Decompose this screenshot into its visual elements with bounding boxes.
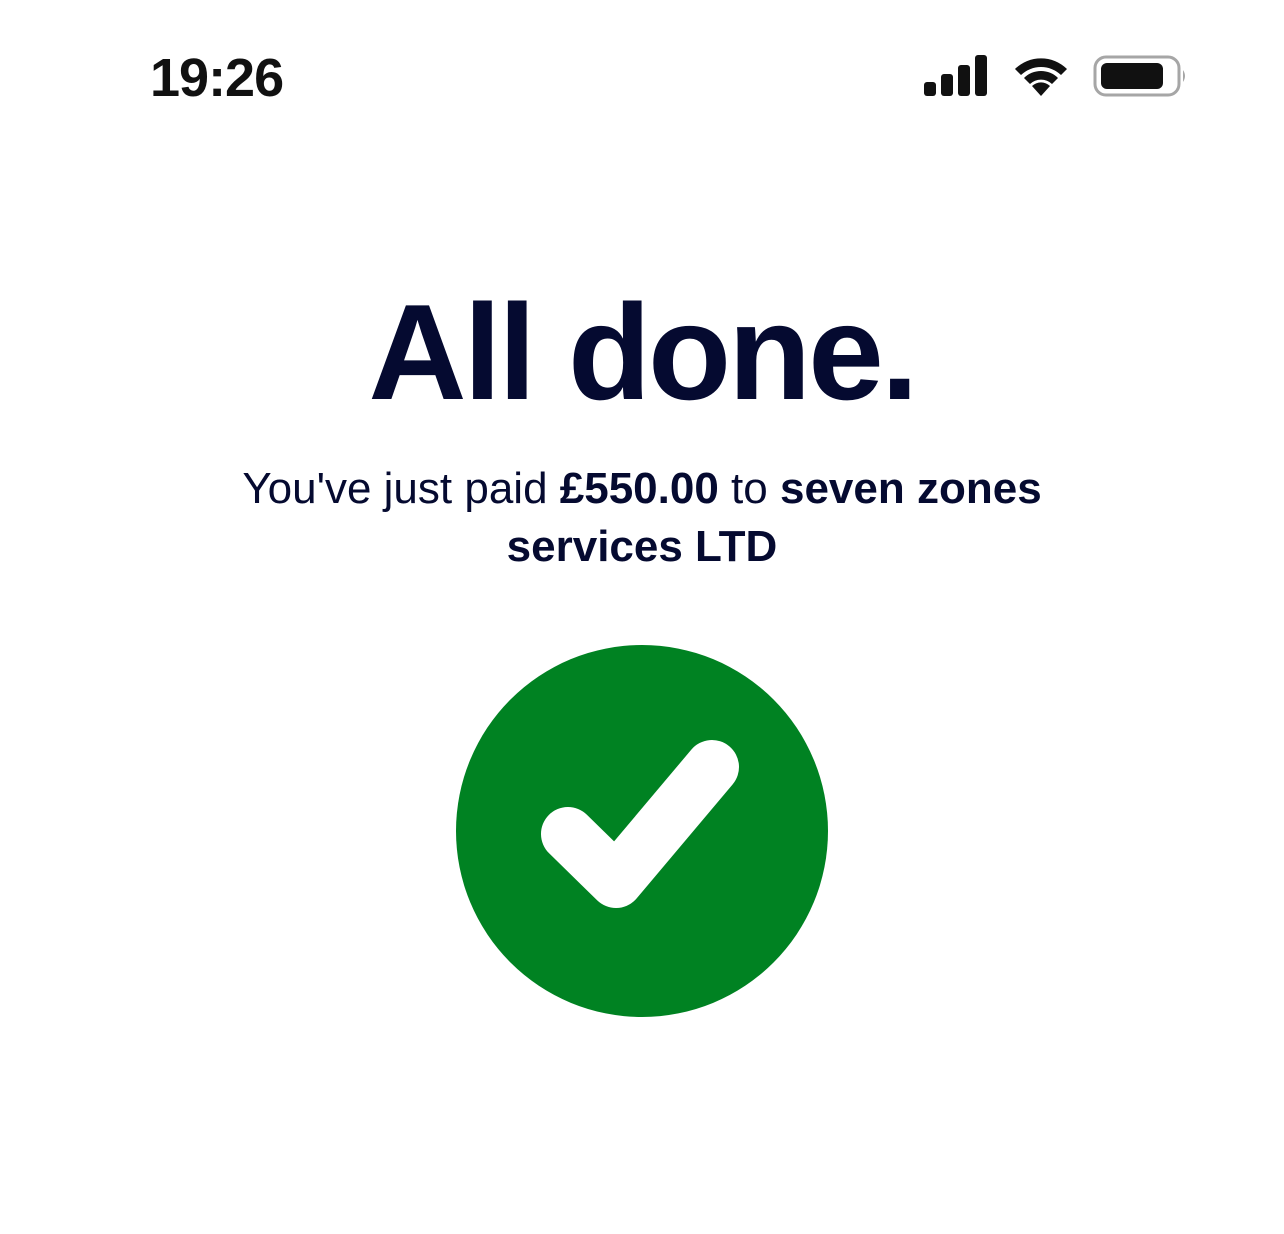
status-bar: 19:26	[0, 0, 1284, 150]
battery-icon	[1093, 55, 1185, 97]
message-connector: to	[718, 464, 780, 513]
signal-icon	[924, 55, 987, 96]
success-indicator	[456, 645, 828, 1017]
payment-amount: £550.00	[559, 464, 719, 513]
status-icons	[922, 52, 1192, 100]
message-prefix: You've just paid	[242, 464, 560, 513]
check-circle-icon	[456, 645, 828, 1017]
status-time: 19:26	[150, 48, 284, 108]
payment-confirmation-message: You've just paid £550.00 to seven zones …	[200, 460, 1084, 576]
page-title: All done.	[368, 276, 918, 428]
wifi-icon	[1015, 58, 1067, 96]
